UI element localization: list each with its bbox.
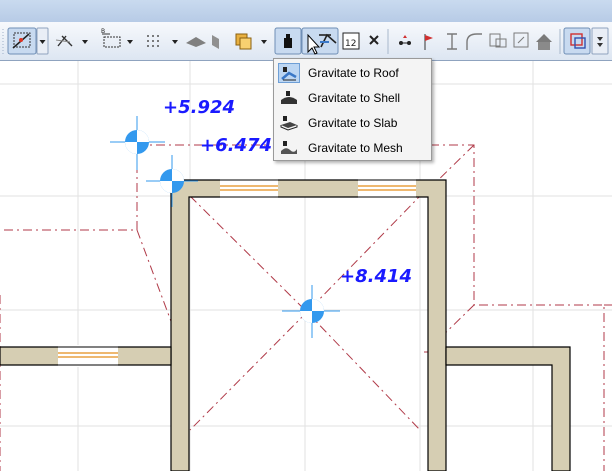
- trace-icon[interactable]: [55, 35, 73, 47]
- overflow-icon[interactable]: [591, 27, 609, 55]
- snap-point-icon[interactable]: [399, 35, 411, 45]
- menu-item-gravitate-slab[interactable]: Gravitate to Slab: [276, 111, 429, 134]
- gravity-dropdown-menu: Gravitate to Roof Gravitate to Shell Gra…: [273, 58, 432, 161]
- menu-item-label: Gravitate to Mesh: [308, 140, 403, 155]
- elevation-marker-3[interactable]: [282, 285, 340, 338]
- slab-gravity-icon: [278, 113, 300, 133]
- coordinates-icon[interactable]: 12: [342, 32, 360, 50]
- elevation-label-2: +6.474: [200, 135, 272, 156]
- curve-icon[interactable]: [466, 33, 482, 50]
- toolbar: B 12: [0, 22, 612, 61]
- magic-wand-icon[interactable]: [7, 27, 37, 55]
- menu-item-label: Gravitate to Roof: [308, 65, 399, 80]
- shell-gravity-icon: [278, 88, 300, 108]
- house-icon[interactable]: [513, 32, 529, 48]
- cross-cursor-icon[interactable]: [369, 35, 379, 45]
- walls: [0, 179, 571, 471]
- menu-item-gravitate-shell[interactable]: Gravitate to Shell: [276, 86, 429, 109]
- toolbar-icons: B 12: [2, 27, 609, 55]
- elevation-icon[interactable]: [447, 33, 457, 50]
- elevation-label-3: +8.414: [340, 266, 412, 287]
- snap-flag-icon[interactable]: [424, 34, 433, 50]
- svg-text:12: 12: [345, 39, 356, 49]
- menu-item-label: Gravitate to Shell: [308, 90, 401, 105]
- gravity-icon[interactable]: [274, 27, 302, 55]
- gravity-roof-icon[interactable]: [301, 27, 339, 55]
- elevation-marker-1[interactable]: [110, 116, 165, 170]
- layer-combo-icon[interactable]: [235, 33, 252, 50]
- elevation-label-1: +5.924: [163, 97, 235, 118]
- window-titlebar: [0, 0, 612, 23]
- magic-wand-dropdown[interactable]: [36, 27, 49, 55]
- fill-tool-icon[interactable]: [186, 35, 219, 49]
- dimension-icon[interactable]: B: [101, 28, 121, 48]
- roof-gravity-icon: [278, 62, 300, 83]
- trace-reference-icon[interactable]: [489, 33, 507, 48]
- menu-item-label: Gravitate to Slab: [308, 115, 398, 130]
- mesh-gravity-icon: [278, 138, 300, 158]
- svg-text:B: B: [101, 28, 105, 35]
- suspend-groups-icon[interactable]: [563, 27, 591, 55]
- house-icon-2[interactable]: [536, 34, 552, 50]
- grid-snap-icon[interactable]: [147, 35, 159, 47]
- menu-item-gravitate-mesh[interactable]: Gravitate to Mesh: [276, 136, 429, 159]
- menu-item-gravitate-roof[interactable]: Gravitate to Roof: [276, 61, 429, 84]
